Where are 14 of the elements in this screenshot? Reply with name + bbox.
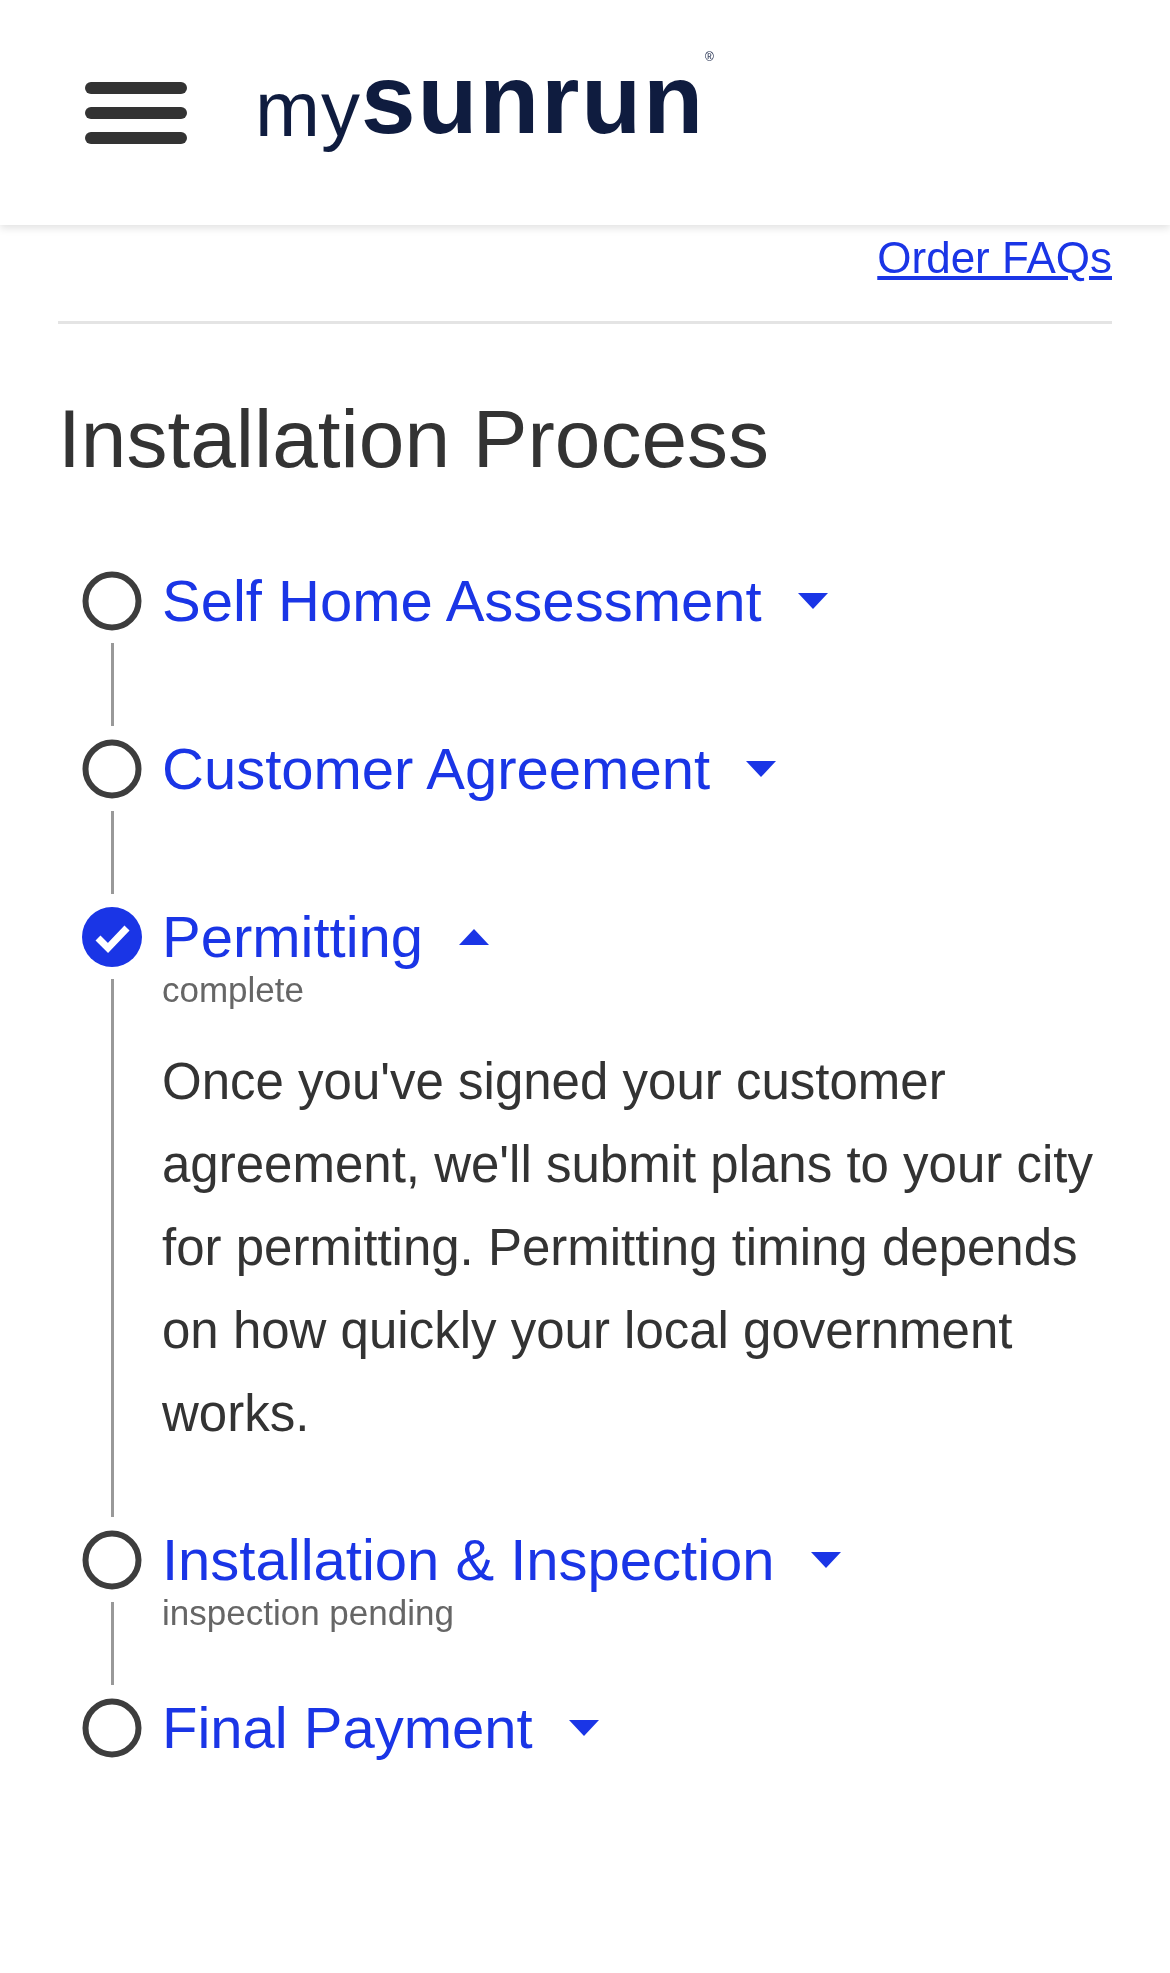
- menu-icon[interactable]: [85, 81, 187, 144]
- registered-mark: ®: [705, 50, 714, 64]
- step-status: complete: [162, 970, 306, 1010]
- step-title[interactable]: Final Payment: [162, 1693, 599, 1763]
- step-title[interactable]: Installation & Inspection: [162, 1525, 841, 1595]
- logo-wordmark: sunrun: [361, 50, 706, 148]
- step-title[interactable]: Self Home Assessment: [162, 566, 828, 636]
- step-description: Once you've signed your customer agreement, we'll submit plans to your city for permitting. Permitting timing depends on how quickly your local government works.: [162, 1052, 1094, 1444]
- step-status: inspection pending: [162, 1593, 455, 1633]
- step-title[interactable]: Permitting: [162, 902, 490, 972]
- section-title: Installation Process: [58, 392, 770, 486]
- faq-link[interactable]: Order FAQs: [877, 233, 1112, 283]
- logo-prefix: my: [255, 64, 361, 155]
- step-title[interactable]: Customer Agreement: [162, 734, 777, 804]
